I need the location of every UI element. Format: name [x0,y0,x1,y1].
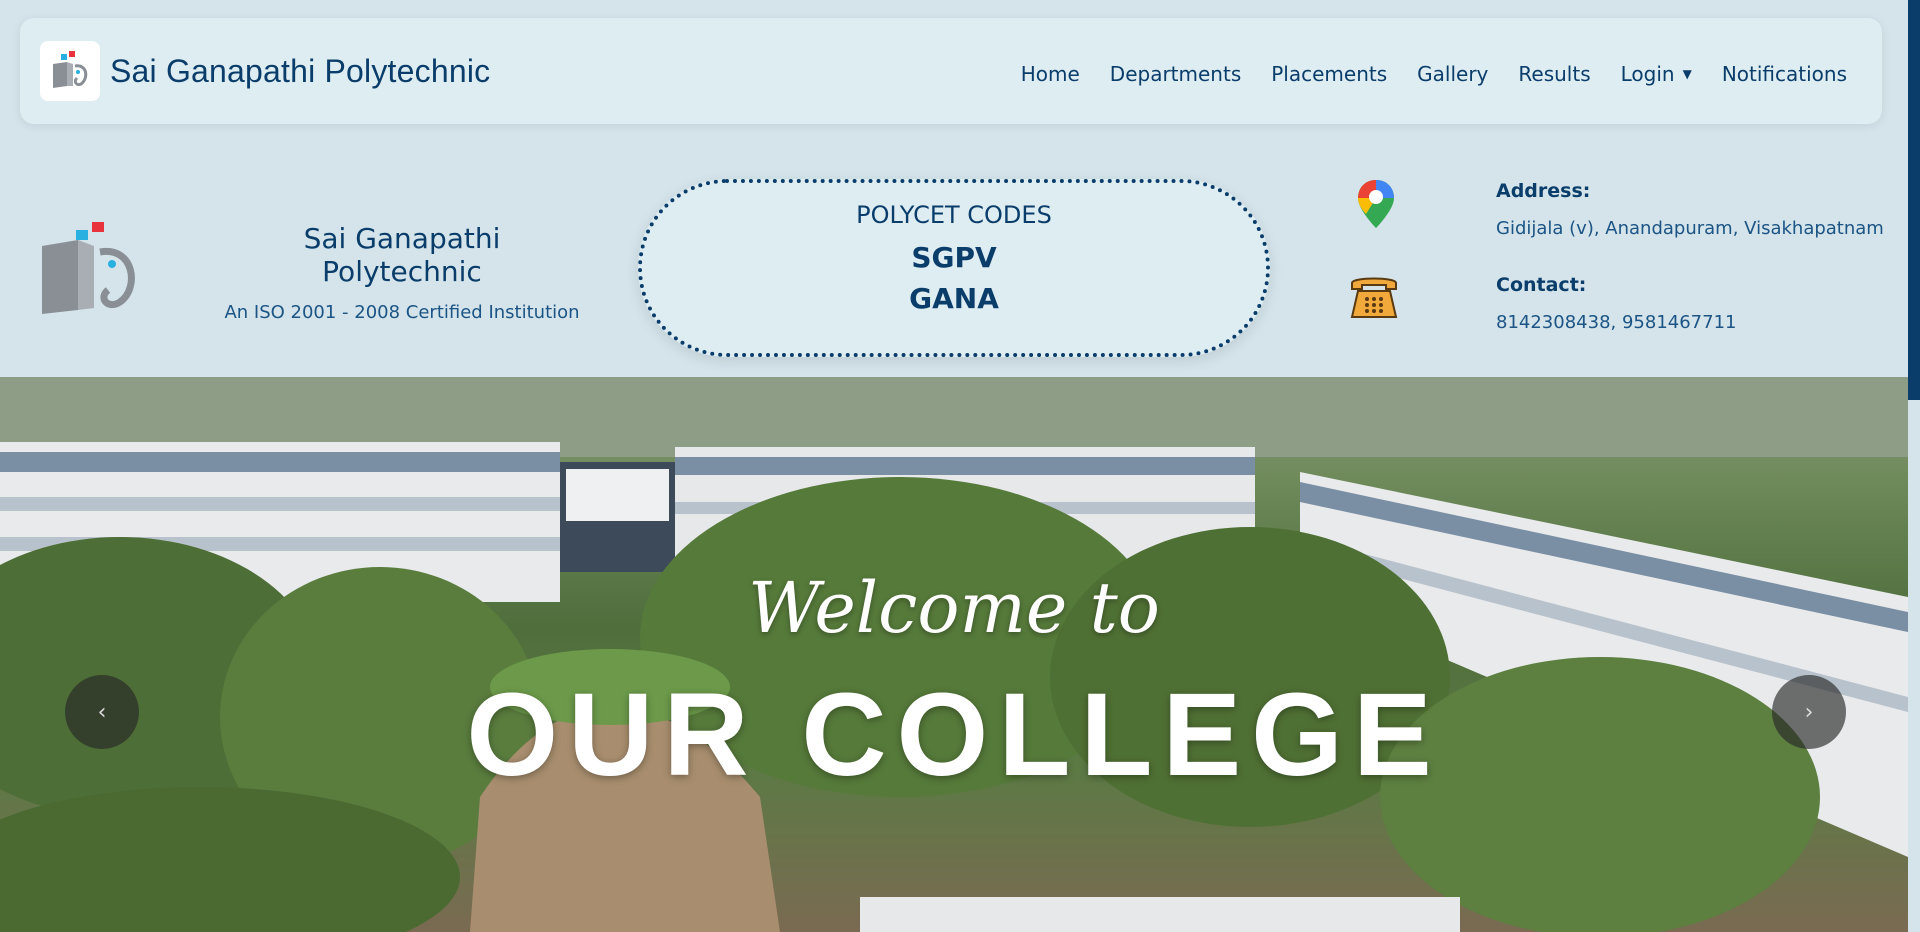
nav-notifications[interactable]: Notifications [1722,62,1847,86]
nav-home-label: Home [1020,62,1080,86]
code-gana: GANA [909,282,999,315]
nav-results[interactable]: Results [1518,62,1590,86]
nav-departments-label: Departments [1109,62,1242,86]
college-emblem-icon [38,218,142,322]
hero-welcome-text: Welcome to [748,567,1160,649]
codes-heading: POLYCET CODES [856,201,1052,229]
nav-login-dropdown[interactable]: Login ▼ [1621,62,1692,86]
chevron-right-icon: › [1804,699,1814,725]
nav-placements[interactable]: Placements [1271,62,1387,86]
institution-name: Sai Ganapathi Polytechnic [303,222,501,288]
top-navbar: Sai Ganapathi Polytechnic Home Departmen… [20,18,1882,124]
code-sgpv: SGPV [911,241,997,274]
iso-certification: An ISO 2001 - 2008 Certified Institution [224,302,580,323]
nav-placements-label: Placements [1271,62,1388,86]
brand[interactable]: Sai Ganapathi Polytechnic [40,41,490,101]
college-logo-icon [40,41,100,101]
hero-carousel: Welcome to OUR COLLEGE ‹ › [0,377,1908,932]
hero-headline: OUR COLLEGE [466,669,1442,801]
carousel-prev-button[interactable]: ‹ [65,675,139,749]
nav-home[interactable]: Home [1021,62,1080,86]
info-title-block: Sai Ganapathi Polytechnic An ISO 2001 - … [222,222,582,323]
polycet-codes-box: POLYCET CODES SGPV GANA [638,179,1270,357]
address-value: Gidijala (v), Anandapuram, Visakhapatnam [1496,218,1884,239]
scrollbar-accent[interactable] [1908,0,1920,400]
caret-down-icon: ▼ [1682,67,1692,81]
telephone-icon [1348,273,1400,325]
contact-label: Contact: [1496,274,1587,296]
nav-results-label: Results [1518,62,1591,86]
carousel-next-button[interactable]: › [1772,675,1846,749]
nav-gallery[interactable]: Gallery [1417,62,1488,86]
nav-departments[interactable]: Departments [1110,62,1241,86]
map-pin-icon [1356,178,1396,234]
campus-photo [0,377,1908,932]
brand-name[interactable]: Sai Ganapathi Polytechnic [110,53,490,90]
contact-value[interactable]: 8142308438, 9581467711 [1496,312,1737,333]
address-label: Address: [1496,180,1591,202]
nav-links: Home Departments Placements Gallery Resu… [1021,62,1847,86]
nav-login-label: Login [1620,62,1675,86]
nav-notifications-label: Notifications [1721,62,1847,86]
chevron-left-icon: ‹ [97,699,107,725]
nav-gallery-label: Gallery [1417,62,1489,86]
